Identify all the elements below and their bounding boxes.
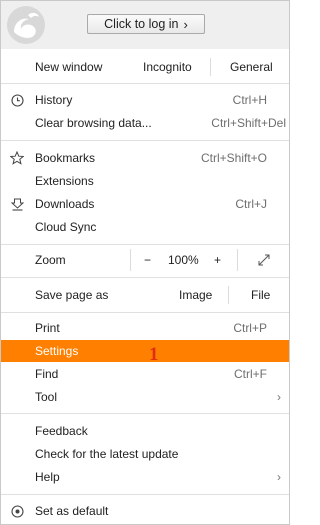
settings-menu-item[interactable]: Settings xyxy=(1,340,289,362)
downloads-label: Downloads xyxy=(35,197,95,211)
separator xyxy=(1,277,289,278)
divider xyxy=(228,286,229,304)
login-button[interactable]: Click to log in › xyxy=(87,14,205,34)
chevron-right-icon: › xyxy=(277,470,281,484)
bookmarks-shortcut: Ctrl+Shift+O xyxy=(200,151,267,165)
separator xyxy=(1,494,289,495)
clear-browsing-data-label: Clear browsing data... xyxy=(35,116,152,130)
downloads-menu-item[interactable]: Downloads Ctrl+J xyxy=(1,193,289,215)
divider xyxy=(237,249,238,271)
find-shortcut: Ctrl+F xyxy=(234,367,267,381)
feedback-label: Feedback xyxy=(35,424,88,438)
menu-header: Click to log in › xyxy=(1,1,289,49)
settings-label: Settings xyxy=(35,344,79,358)
separator xyxy=(1,413,289,414)
save-as-image-button[interactable]: Image xyxy=(179,288,212,302)
zoom-label: Zoom xyxy=(35,253,66,267)
find-menu-item[interactable]: Find Ctrl+F xyxy=(1,363,289,385)
separator xyxy=(1,140,289,141)
divider xyxy=(210,58,211,76)
check-update-menu-item[interactable]: Check for the latest update xyxy=(1,443,289,465)
save-page-row: Save page as Image File xyxy=(1,284,289,306)
separator xyxy=(1,244,289,245)
window-options-row: New window Incognito General xyxy=(1,56,289,78)
target-icon xyxy=(9,503,25,519)
separator xyxy=(1,312,289,313)
downloads-shortcut: Ctrl+J xyxy=(235,197,267,211)
clear-browsing-data-menu-item[interactable]: Clear browsing data... Ctrl+Shift+Del xyxy=(1,112,289,134)
help-menu-item[interactable]: Help › xyxy=(1,466,289,488)
feedback-menu-item[interactable]: Feedback xyxy=(1,420,289,442)
bookmarks-menu-item[interactable]: Bookmarks Ctrl+Shift+O xyxy=(1,147,289,169)
cloud-sync-menu-item[interactable]: Cloud Sync xyxy=(1,216,289,238)
find-label: Find xyxy=(35,367,59,381)
set-as-default-label: Set as default xyxy=(35,504,109,518)
extensions-label: Extensions xyxy=(35,174,94,188)
print-shortcut: Ctrl+P xyxy=(233,321,267,335)
expand-icon[interactable] xyxy=(257,253,271,270)
browser-main-menu: Click to log in › New window Incognito G… xyxy=(0,0,290,525)
zoom-level-value: 100% xyxy=(168,253,199,267)
zoom-out-button[interactable]: − xyxy=(144,253,151,267)
login-button-label: Click to log in xyxy=(104,17,179,31)
divider xyxy=(130,249,131,271)
zoom-in-button[interactable]: + xyxy=(214,253,221,267)
save-as-file-button[interactable]: File xyxy=(251,288,270,302)
clear-browsing-data-shortcut: Ctrl+Shift+Del xyxy=(211,116,286,130)
help-label: Help xyxy=(35,470,60,484)
print-label: Print xyxy=(35,321,60,335)
chevron-right-icon: › xyxy=(183,16,188,32)
new-window-item[interactable]: New window xyxy=(35,60,102,74)
bookmarks-label: Bookmarks xyxy=(35,151,96,165)
separator xyxy=(1,83,289,84)
save-page-label: Save page as xyxy=(35,288,109,302)
tool-menu-item[interactable]: Tool › xyxy=(1,386,289,408)
tool-label: Tool xyxy=(35,390,58,404)
zoom-row: Zoom − 100% + xyxy=(1,249,289,271)
set-as-default-menu-item[interactable]: Set as default xyxy=(1,500,289,522)
uc-browser-logo-icon xyxy=(7,6,45,44)
incognito-item[interactable]: Incognito xyxy=(143,60,192,74)
cloud-sync-label: Cloud Sync xyxy=(35,220,97,234)
check-update-label: Check for the latest update xyxy=(35,447,179,461)
star-icon xyxy=(9,150,25,166)
chevron-right-icon: › xyxy=(277,390,281,404)
history-label: History xyxy=(35,93,73,107)
extensions-menu-item[interactable]: Extensions xyxy=(1,170,289,192)
print-menu-item[interactable]: Print Ctrl+P xyxy=(1,317,289,339)
general-item[interactable]: General xyxy=(230,60,273,74)
history-menu-item[interactable]: History Ctrl+H xyxy=(1,89,289,111)
annotation-number: 1 xyxy=(149,344,159,365)
download-icon xyxy=(9,196,25,212)
history-shortcut: Ctrl+H xyxy=(232,93,267,107)
clock-icon xyxy=(9,92,25,108)
